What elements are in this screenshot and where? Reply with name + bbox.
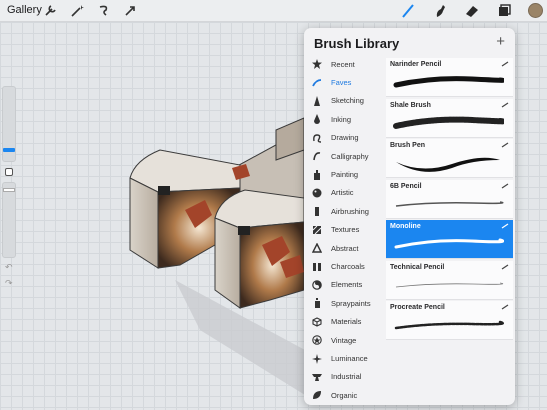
brush-item-selected[interactable]: Monoline <box>386 220 513 259</box>
modify-button[interactable] <box>5 168 13 176</box>
left-sidebar: ↶ ↷ <box>2 86 16 294</box>
brush-indicator-icon <box>501 264 509 269</box>
category-spraypaints[interactable]: Spraypaints <box>304 294 386 312</box>
smudge-icon[interactable] <box>432 3 448 19</box>
category-painting[interactable]: Painting <box>304 165 386 183</box>
charcoal-icon <box>312 262 322 272</box>
spray-can-icon <box>312 298 322 309</box>
star-icon <box>312 59 322 70</box>
leaf-icon <box>312 390 322 400</box>
brush-item[interactable]: Technical Pencil <box>386 260 513 300</box>
brush-stroke-preview <box>394 238 504 249</box>
pencil-tip-icon <box>312 95 322 106</box>
color-swatch[interactable] <box>528 3 543 18</box>
brush-name: Monoline <box>390 223 421 230</box>
category-artistic[interactable]: Artistic <box>304 184 386 202</box>
brush-name: Narinder Pencil <box>390 61 442 68</box>
category-vintage[interactable]: Vintage <box>304 331 386 349</box>
brush-item[interactable]: Brush Pen <box>386 139 513 178</box>
redo-icon[interactable]: ↷ <box>5 278 13 289</box>
brush-stroke-preview <box>393 116 504 129</box>
brush-name: Shale Brush <box>390 101 431 109</box>
brush-name: Technical Pencil <box>390 263 445 271</box>
squiggle-icon <box>312 78 322 88</box>
opacity-handle[interactable] <box>3 188 15 192</box>
category-calligraphy[interactable]: Calligraphy <box>304 147 386 165</box>
brush-library-panel: Brush Library + Recent Faves Sketching I… <box>304 28 515 405</box>
category-textures[interactable]: Textures <box>304 221 386 239</box>
brush-indicator-icon <box>501 223 509 229</box>
brush-stroke-preview <box>395 200 504 207</box>
paint-bucket-icon <box>312 169 322 180</box>
brush-stroke-preview <box>393 76 504 88</box>
brush-indicator-icon <box>501 183 509 188</box>
category-faves[interactable]: Faves <box>304 73 386 91</box>
category-elements[interactable]: Elements <box>304 276 386 294</box>
texture-icon <box>312 225 322 235</box>
brush-name: Brush Pen <box>390 142 426 149</box>
anvil-icon <box>312 372 322 382</box>
undo-icon[interactable]: ↶ <box>5 262 13 273</box>
top-toolbar: Gallery <box>0 0 547 22</box>
pod-right <box>214 189 305 309</box>
brush-stroke-preview <box>396 157 500 172</box>
wrench-icon[interactable] <box>42 3 58 19</box>
category-airbrushing[interactable]: Airbrushing <box>304 202 386 220</box>
brush-stroke-preview <box>394 320 504 330</box>
brush-indicator-icon <box>501 142 509 148</box>
calligraphy-icon <box>312 151 322 161</box>
category-luminance[interactable]: Luminance <box>304 349 386 367</box>
selection-icon[interactable] <box>96 3 112 19</box>
brush-indicator-icon <box>501 304 509 310</box>
category-industrial[interactable]: Industrial <box>304 368 386 386</box>
brush-item[interactable]: Procreate Pencil <box>386 301 513 340</box>
size-handle[interactable] <box>3 148 15 152</box>
layers-icon[interactable] <box>496 3 512 19</box>
vintage-star-icon <box>312 335 322 345</box>
brush-name: Procreate Pencil <box>390 304 445 311</box>
gallery-button[interactable]: Gallery <box>7 4 42 16</box>
category-materials[interactable]: Materials <box>304 313 386 331</box>
opacity-slider[interactable] <box>2 182 16 258</box>
brush-item[interactable]: Shale Brush <box>386 98 513 138</box>
transform-icon[interactable] <box>122 3 138 19</box>
category-organic[interactable]: Organic <box>304 386 386 404</box>
brush-stroke-preview <box>395 282 504 287</box>
category-inking[interactable]: Inking <box>304 110 386 128</box>
brush-indicator-icon <box>501 102 509 107</box>
category-drawing[interactable]: Drawing <box>304 129 386 147</box>
sparkle-icon <box>312 353 322 364</box>
triangle-icon <box>312 243 322 253</box>
brush-indicator-icon <box>501 61 509 67</box>
brush-item[interactable]: 6B Pencil <box>386 179 513 219</box>
brush-icon[interactable] <box>400 3 416 19</box>
category-recent[interactable]: Recent <box>304 55 386 73</box>
yin-yang-icon <box>312 280 322 290</box>
brush-item[interactable]: Narinder Pencil <box>386 58 513 97</box>
category-abstract[interactable]: Abstract <box>304 239 386 257</box>
ink-drop-icon <box>312 114 322 125</box>
eraser-icon[interactable] <box>464 3 480 19</box>
category-sketching[interactable]: Sketching <box>304 92 386 110</box>
magic-wand-icon[interactable] <box>69 3 85 19</box>
category-charcoals[interactable]: Charcoals <box>304 257 386 275</box>
cube-icon <box>312 317 322 327</box>
add-brush-button[interactable]: + <box>496 33 505 50</box>
panel-title: Brush Library <box>314 36 400 51</box>
airbrush-icon <box>312 206 322 217</box>
loop-icon <box>312 133 322 143</box>
palette-icon <box>312 188 322 198</box>
brush-name: 6B Pencil <box>390 182 422 190</box>
